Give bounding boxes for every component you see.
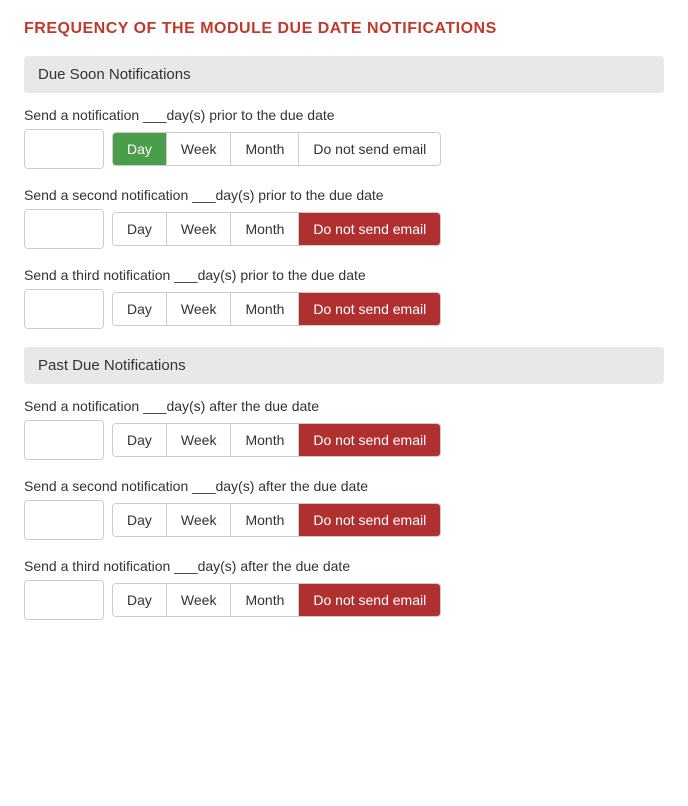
spinner-value-past-due-2[interactable] — [25, 508, 104, 532]
btn-group-due-soon-3: DayWeekMonthDo not send email — [112, 292, 441, 326]
page-container: FREQUENCY OF THE MODULE DUE DATE NOTIFIC… — [24, 20, 664, 620]
btn-group-due-soon-2: DayWeekMonthDo not send email — [112, 212, 441, 246]
spinner-value-due-soon-1[interactable] — [25, 137, 104, 161]
btn-option-due-soon-1-0[interactable]: Day — [113, 133, 167, 165]
notification-label-past-due-2: Send a second notification ___day(s) aft… — [24, 478, 664, 494]
notification-label-due-soon-2: Send a second notification ___day(s) pri… — [24, 187, 664, 203]
btn-option-due-soon-3-2[interactable]: Month — [231, 293, 299, 325]
btn-option-past-due-2-1[interactable]: Week — [167, 504, 232, 536]
btn-option-due-soon-3-0[interactable]: Day — [113, 293, 167, 325]
section-due-soon: Due Soon Notifications Send a notificatio… — [24, 56, 664, 329]
spinner-value-past-due-3[interactable] — [25, 588, 104, 612]
btn-option-past-due-1-0[interactable]: Day — [113, 424, 167, 456]
btn-option-due-soon-2-0[interactable]: Day — [113, 213, 167, 245]
section-header-due-soon: Due Soon Notifications — [24, 56, 664, 93]
spinner-value-due-soon-2[interactable] — [25, 217, 104, 241]
btn-option-past-due-2-0[interactable]: Day — [113, 504, 167, 536]
notification-label-past-due-3: Send a third notification ___day(s) afte… — [24, 558, 664, 574]
btn-option-past-due-3-0[interactable]: Day — [113, 584, 167, 616]
notification-label-due-soon-3: Send a third notification ___day(s) prio… — [24, 267, 664, 283]
btn-group-due-soon-1: DayWeekMonthDo not send email — [112, 132, 441, 166]
spinner-past-due-3[interactable]: ▲▼ — [24, 580, 104, 620]
notification-label-past-due-1: Send a notification ___day(s) after the … — [24, 398, 664, 414]
btn-option-due-soon-1-3[interactable]: Do not send email — [299, 133, 440, 165]
controls-row-past-due-3: ▲▼DayWeekMonthDo not send email — [24, 580, 664, 620]
btn-option-due-soon-2-2[interactable]: Month — [231, 213, 299, 245]
btn-option-past-due-3-3[interactable]: Do not send email — [299, 584, 440, 616]
spinner-due-soon-2[interactable]: ▲▼ — [24, 209, 104, 249]
spinner-due-soon-3[interactable]: ▲▼ — [24, 289, 104, 329]
btn-option-past-due-1-3[interactable]: Do not send email — [299, 424, 440, 456]
btn-option-due-soon-3-1[interactable]: Week — [167, 293, 232, 325]
btn-option-past-due-3-2[interactable]: Month — [231, 584, 299, 616]
btn-group-past-due-2: DayWeekMonthDo not send email — [112, 503, 441, 537]
page-title: FREQUENCY OF THE MODULE DUE DATE NOTIFIC… — [24, 20, 664, 38]
btn-option-due-soon-1-2[interactable]: Month — [231, 133, 299, 165]
btn-option-due-soon-2-1[interactable]: Week — [167, 213, 232, 245]
btn-option-past-due-3-1[interactable]: Week — [167, 584, 232, 616]
btn-option-past-due-2-3[interactable]: Do not send email — [299, 504, 440, 536]
section-header-past-due: Past Due Notifications — [24, 347, 664, 384]
notification-label-due-soon-1: Send a notification ___day(s) prior to t… — [24, 107, 664, 123]
spinner-value-due-soon-3[interactable] — [25, 297, 104, 321]
btn-option-due-soon-1-1[interactable]: Week — [167, 133, 232, 165]
btn-option-past-due-1-2[interactable]: Month — [231, 424, 299, 456]
spinner-past-due-2[interactable]: ▲▼ — [24, 500, 104, 540]
controls-row-due-soon-3: ▲▼DayWeekMonthDo not send email — [24, 289, 664, 329]
btn-group-past-due-3: DayWeekMonthDo not send email — [112, 583, 441, 617]
section-past-due: Past Due Notifications Send a notificatio… — [24, 347, 664, 620]
spinner-past-due-1[interactable]: ▲▼ — [24, 420, 104, 460]
btn-option-due-soon-3-3[interactable]: Do not send email — [299, 293, 440, 325]
btn-option-past-due-1-1[interactable]: Week — [167, 424, 232, 456]
controls-row-due-soon-2: ▲▼DayWeekMonthDo not send email — [24, 209, 664, 249]
btn-group-past-due-1: DayWeekMonthDo not send email — [112, 423, 441, 457]
controls-row-due-soon-1: ▲▼DayWeekMonthDo not send email — [24, 129, 664, 169]
btn-option-past-due-2-2[interactable]: Month — [231, 504, 299, 536]
spinner-due-soon-1[interactable]: ▲▼ — [24, 129, 104, 169]
controls-row-past-due-1: ▲▼DayWeekMonthDo not send email — [24, 420, 664, 460]
controls-row-past-due-2: ▲▼DayWeekMonthDo not send email — [24, 500, 664, 540]
btn-option-due-soon-2-3[interactable]: Do not send email — [299, 213, 440, 245]
spinner-value-past-due-1[interactable] — [25, 428, 104, 452]
